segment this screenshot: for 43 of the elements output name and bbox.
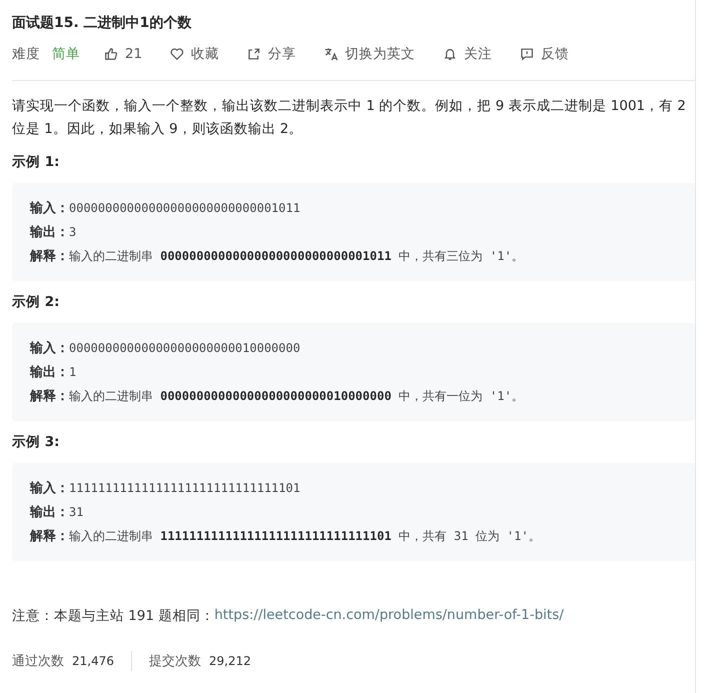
thumbs-up-icon <box>104 47 118 61</box>
example-label: 输入： <box>30 480 69 497</box>
bell-icon <box>443 47 458 61</box>
difficulty-value: 简单 <box>52 45 80 63</box>
example-label: 输出： <box>30 364 69 381</box>
example-heading: 示例 1: <box>12 153 60 172</box>
translate-icon <box>324 47 338 61</box>
follow-button[interactable]: 关注 <box>443 45 492 63</box>
example-text: 31 <box>69 505 84 519</box>
example-label: 输出： <box>30 504 69 521</box>
example-label: 解释： <box>30 388 69 405</box>
stat-value: 21,476 <box>72 654 114 668</box>
like-button[interactable]: 21 <box>104 46 142 62</box>
favorite-button[interactable]: 收藏 <box>170 45 220 63</box>
note-text: 注意：本题与主站 191 题相同： <box>12 607 214 625</box>
stat-value: 29,212 <box>209 654 251 668</box>
example-label: 输入： <box>30 340 69 357</box>
difficulty-label: 难度 <box>12 45 40 63</box>
example-text: 输入的二进制串 00000000000000000000000010000000 中，共有一位为 '1'。 <box>69 388 524 404</box>
example-text: 11111111111111111111111111111101 <box>69 481 300 495</box>
example-label: 输出： <box>30 224 69 241</box>
example-text: 1 <box>69 365 76 379</box>
heart-icon <box>170 47 184 61</box>
share-button[interactable]: 分享 <box>247 45 296 63</box>
feedback-button[interactable]: 反馈 <box>520 45 570 63</box>
example-label: 输入： <box>30 200 69 217</box>
example-text: 00000000000000000000000000001011 <box>69 201 300 215</box>
translate-button[interactable]: 切换为英文 <box>324 45 416 63</box>
stat-label: 提交次数 <box>149 653 201 670</box>
problem-description: 请实现一个函数，输入一个整数，输出该数二进制表示中 1 的个数。例如，把 9 表示成二进制是 1001，有 2 位是 1。因此，如果输入 9，则该函数输出 2。 <box>12 97 687 139</box>
example-text: 输入的二进制串 00000000000000000000000000001011 中，共有三位为 '1'。 <box>69 248 524 264</box>
share-icon <box>247 47 262 61</box>
problem-link[interactable]: https://leetcode-cn.com/problems/number-of-1-bits/ <box>214 607 564 625</box>
example-label: 解释： <box>30 528 69 545</box>
example-heading: 示例 2: <box>12 293 60 312</box>
problem-title: 面试题15. 二进制中1的个数 <box>12 14 192 33</box>
example-label: 解释： <box>30 248 69 265</box>
stat-label: 通过次数 <box>12 653 64 670</box>
feedback-icon <box>520 47 534 61</box>
example-text: 00000000000000000000000010000000 <box>69 341 300 355</box>
example-text: 3 <box>69 225 76 239</box>
example-heading: 示例 3: <box>12 433 60 452</box>
example-text: 输入的二进制串 11111111111111111111111111111101 中，共有 31 位为 '1'。 <box>69 528 540 544</box>
